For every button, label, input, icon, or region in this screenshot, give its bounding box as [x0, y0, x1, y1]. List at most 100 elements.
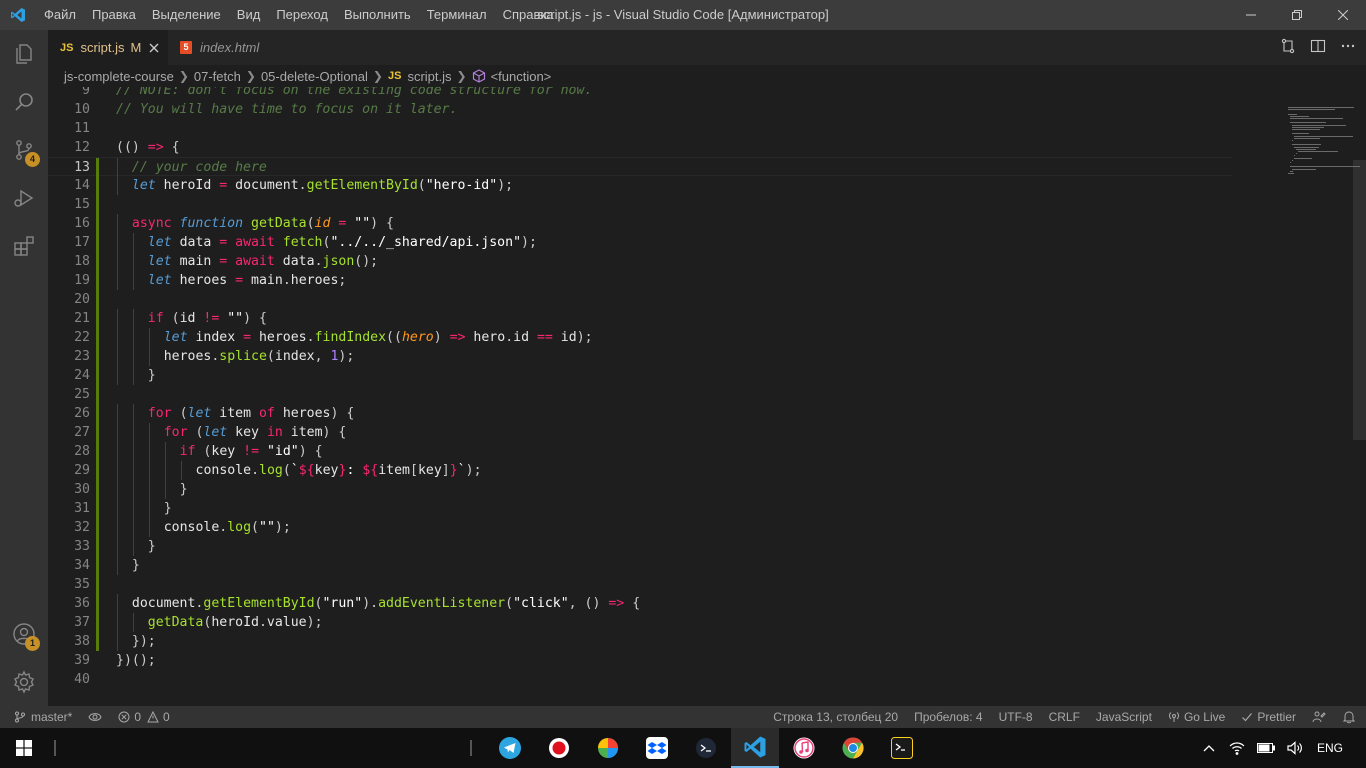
- menu-run[interactable]: Выполнить: [336, 0, 419, 30]
- search-icon[interactable]: [0, 78, 48, 126]
- dropbox-icon[interactable]: [633, 728, 681, 768]
- code-token: heroId: [155, 178, 220, 193]
- code-line[interactable]: 19 let heroes = main.heroes;: [48, 271, 1232, 290]
- feedback-icon[interactable]: [1304, 706, 1334, 728]
- source-control-icon[interactable]: 4: [0, 126, 48, 174]
- breadcrumb-file[interactable]: script.js: [407, 69, 451, 84]
- code-line[interactable]: 12 (() => {: [48, 138, 1232, 157]
- minimap-line: [1292, 159, 1294, 161]
- cursor-position[interactable]: Строка 13, столбец 20: [765, 706, 906, 728]
- wifi-icon[interactable]: [1223, 741, 1251, 755]
- menu-help[interactable]: Справка: [495, 0, 562, 30]
- line-ending[interactable]: CRLF: [1041, 706, 1088, 728]
- go-live-button[interactable]: Go Live: [1160, 706, 1233, 728]
- git-modified-marker: [96, 537, 99, 556]
- code-line[interactable]: 25: [48, 385, 1232, 404]
- minimize-button[interactable]: [1228, 0, 1274, 30]
- code-line[interactable]: 39})();: [48, 651, 1232, 670]
- encoding[interactable]: UTF-8: [991, 706, 1041, 728]
- code-line[interactable]: 36 document.getElementById("run").addEven…: [48, 594, 1232, 613]
- code-line[interactable]: 16 async function getData(id = "") {: [48, 214, 1232, 233]
- menu-edit[interactable]: Правка: [84, 0, 144, 30]
- code-line[interactable]: 29 console.log(`${key}: ${item[key]}`);: [48, 461, 1232, 480]
- code-token: ) {: [322, 425, 347, 440]
- language-mode[interactable]: JavaScript: [1088, 706, 1160, 728]
- code-line[interactable]: 38});: [48, 632, 1232, 651]
- windows-terminal-icon[interactable]: [878, 728, 926, 768]
- code-line[interactable]: 24}: [48, 366, 1232, 385]
- code-line[interactable]: 34}: [48, 556, 1232, 575]
- itunes-icon[interactable]: [780, 728, 828, 768]
- code-line[interactable]: 9 // NOTE: don't focus on the existing co…: [48, 87, 1232, 100]
- code-line[interactable]: 21 if (id != "") {: [48, 309, 1232, 328]
- code-line[interactable]: 35: [48, 575, 1232, 594]
- terminal-icon[interactable]: [682, 728, 730, 768]
- code-text: // NOTE: don't focus on the existing cod…: [116, 87, 592, 100]
- breadcrumb-item[interactable]: 05-delete-Optional: [261, 69, 368, 84]
- code-token: ,: [314, 349, 331, 364]
- menu-view[interactable]: Вид: [229, 0, 269, 30]
- code-line[interactable]: 27 for (let key in item) {: [48, 423, 1232, 442]
- extensions-icon[interactable]: [0, 222, 48, 270]
- code-line[interactable]: 37 getData(heroId.value);: [48, 613, 1232, 632]
- code-line[interactable]: 22 let index = heroes.findIndex((hero) =>…: [48, 328, 1232, 347]
- menu-terminal[interactable]: Терминал: [419, 0, 495, 30]
- code-line[interactable]: 26 for (let item of heroes) {: [48, 404, 1232, 423]
- code-line[interactable]: 40: [48, 670, 1232, 689]
- tab-script-js[interactable]: JS script.js M: [48, 30, 168, 65]
- code-token: ).: [362, 596, 379, 611]
- code-line[interactable]: 10 // You will have time to focus on it l…: [48, 100, 1232, 119]
- chevron-up-icon[interactable]: [1195, 744, 1223, 752]
- indentation[interactable]: Пробелов: 4: [906, 706, 991, 728]
- menu-file[interactable]: Файл: [36, 0, 84, 30]
- code-line[interactable]: 15: [48, 195, 1232, 214]
- run-debug-icon[interactable]: [0, 174, 48, 222]
- notifications-icon[interactable]: [1334, 706, 1366, 728]
- close-tab-icon[interactable]: [149, 43, 159, 53]
- restore-button[interactable]: [1274, 0, 1320, 30]
- code-editor[interactable]: 9 // NOTE: don't focus on the existing co…: [48, 87, 1366, 706]
- close-button[interactable]: [1320, 0, 1366, 30]
- volume-icon[interactable]: [1281, 741, 1309, 755]
- sync-icon[interactable]: [80, 706, 110, 728]
- explorer-icon[interactable]: [0, 30, 48, 78]
- record-icon[interactable]: [535, 728, 583, 768]
- code-token: console: [163, 520, 220, 535]
- accounts-icon[interactable]: 1: [0, 610, 48, 658]
- code-line[interactable]: 33}: [48, 537, 1232, 556]
- menu-selection[interactable]: Выделение: [144, 0, 229, 30]
- code-line[interactable]: 30}: [48, 480, 1232, 499]
- code-line[interactable]: 14 let heroId = document.getElementById("…: [48, 176, 1232, 195]
- vertical-scrollbar[interactable]: [1353, 160, 1366, 440]
- open-changes-icon[interactable]: [1280, 38, 1296, 57]
- windows-start-icon[interactable]: [0, 728, 48, 768]
- code-line[interactable]: 11: [48, 119, 1232, 138]
- tab-index-html[interactable]: 5 index.html: [168, 30, 280, 65]
- telegram-icon[interactable]: [486, 728, 534, 768]
- breadcrumb-item[interactable]: js-complete-course: [64, 69, 174, 84]
- breadcrumb-item[interactable]: 07-fetch: [194, 69, 241, 84]
- code-line[interactable]: 28 if (key != "id") {: [48, 442, 1232, 461]
- input-language[interactable]: ENG: [1309, 741, 1366, 755]
- breadcrumb-symbol[interactable]: <function>: [491, 69, 552, 84]
- more-actions-icon[interactable]: [1340, 38, 1356, 57]
- code-line[interactable]: 31}: [48, 499, 1232, 518]
- battery-icon[interactable]: [1251, 743, 1281, 753]
- color-picker-icon[interactable]: [584, 728, 632, 768]
- split-editor-icon[interactable]: [1310, 38, 1326, 57]
- menu-go[interactable]: Переход: [268, 0, 336, 30]
- code-token: id: [179, 311, 196, 326]
- code-line[interactable]: 23 heroes.splice(index, 1);: [48, 347, 1232, 366]
- settings-gear-icon[interactable]: [0, 658, 48, 706]
- prettier-button[interactable]: Prettier: [1233, 706, 1304, 728]
- code-line[interactable]: 32 console.log("");: [48, 518, 1232, 537]
- chrome-icon[interactable]: [829, 728, 877, 768]
- code-line[interactable]: 18 let main = await data.json();: [48, 252, 1232, 271]
- branch-indicator[interactable]: master*: [0, 706, 80, 728]
- code-line[interactable]: 20: [48, 290, 1232, 309]
- problems-indicator[interactable]: 0 0: [110, 706, 177, 728]
- code-line[interactable]: 13 // your code here: [48, 157, 1232, 177]
- line-number: 24: [74, 368, 90, 383]
- vscode-icon[interactable]: [731, 728, 779, 768]
- code-line[interactable]: 17 let data = await fetch("../../_shared/…: [48, 233, 1232, 252]
